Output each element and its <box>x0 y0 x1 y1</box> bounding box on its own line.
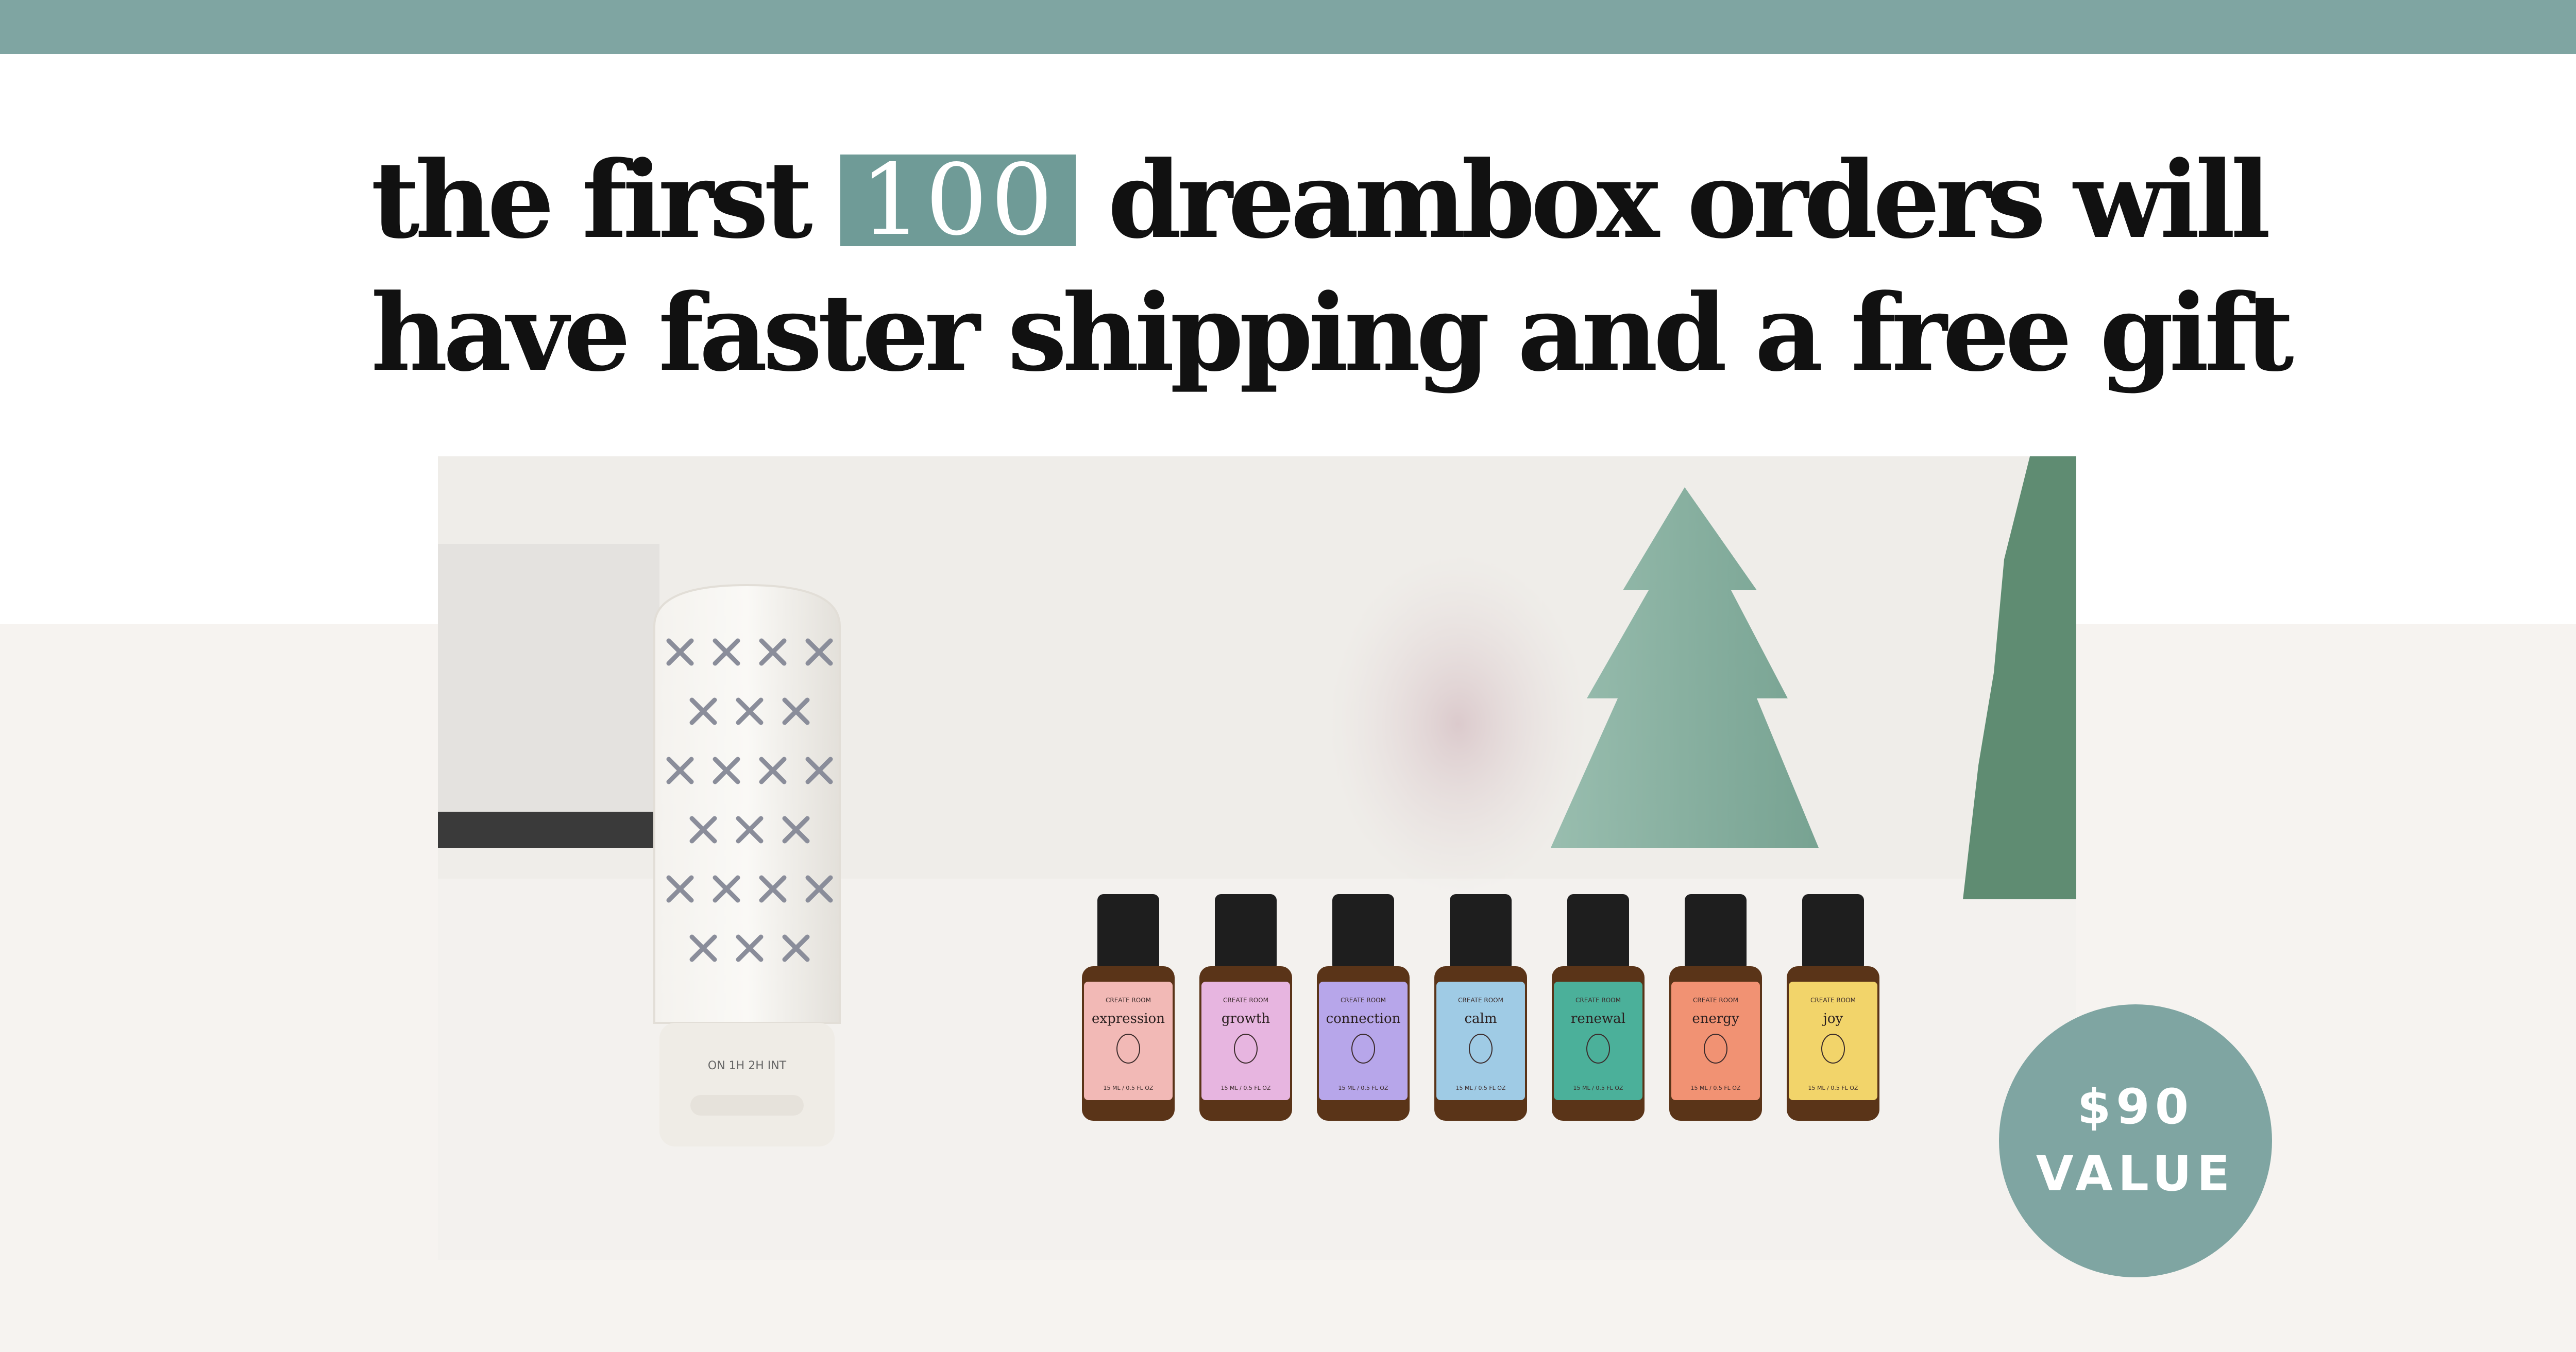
bottle-volume: 15 ML / 0.5 FL OZ <box>1221 1085 1271 1091</box>
bottle-name: energy <box>1692 1011 1739 1026</box>
background-device <box>438 544 659 812</box>
product-photo-illustration: ON 1H 2H INT CREATE ROOM expression 15 ML … <box>438 456 2076 1260</box>
bottle-name: growth <box>1222 1011 1270 1026</box>
bottle-cap <box>1685 894 1747 971</box>
bottle-brand: CREATE ROOM <box>1458 997 1503 1004</box>
bottle-volume: 15 ML / 0.5 FL OZ <box>1338 1085 1388 1091</box>
headline-line-1: the first 100 dreambox orders will <box>371 134 2271 267</box>
badge-price: $90 <box>2077 1079 2194 1135</box>
headline: the first 100 dreambox orders will have … <box>371 134 2294 400</box>
bottle-brand: CREATE ROOM <box>1693 997 1738 1004</box>
bottle-brand: CREATE ROOM <box>1223 997 1268 1004</box>
bottle-volume: 15 ML / 0.5 FL OZ <box>1104 1085 1154 1091</box>
bottle-name: expression <box>1092 1011 1165 1026</box>
bottle-volume: 15 ML / 0.5 FL OZ <box>1456 1085 1506 1091</box>
bottle-cap <box>1215 894 1277 971</box>
bottle-name: connection <box>1326 1011 1401 1026</box>
headline-text-before: the first <box>371 139 813 262</box>
badge-label: VALUE <box>2036 1146 2235 1202</box>
bottle-volume: 15 ML / 0.5 FL OZ <box>1691 1085 1741 1091</box>
bottle-cap <box>1567 894 1629 971</box>
bottle-brand: CREATE ROOM <box>1106 997 1151 1004</box>
bottle-cap <box>1802 894 1864 971</box>
bottle-volume: 15 ML / 0.5 FL OZ <box>1808 1085 1858 1091</box>
diffuser-buttons-label: ON 1H 2H INT <box>708 1059 787 1072</box>
bottle-volume: 15 ML / 0.5 FL OZ <box>1573 1085 1623 1091</box>
bottle-brand: CREATE ROOM <box>1810 997 1856 1004</box>
bottle-name: calm <box>1464 1011 1497 1026</box>
bottle-brand: CREATE ROOM <box>1341 997 1386 1004</box>
bottle-cap <box>1097 894 1159 971</box>
product-photo: ON 1H 2H INT CREATE ROOM expression 15 ML … <box>438 456 2076 1260</box>
value-badge: $90 VALUE <box>1999 1004 2272 1277</box>
bottle-brand: CREATE ROOM <box>1575 997 1621 1004</box>
headline-line-2: have faster shipping and a free gift <box>371 271 2294 395</box>
top-accent-bar <box>0 0 2576 54</box>
bottle-name: joy <box>1822 1011 1843 1026</box>
bottle-cap <box>1450 894 1512 971</box>
bottle-name: renewal <box>1571 1011 1625 1026</box>
tinsel-tree <box>1329 554 1587 894</box>
headline-text-after: dreambox orders will <box>1108 139 2271 262</box>
bottle-cap <box>1332 894 1394 971</box>
diffuser: ON 1H 2H INT <box>653 584 841 1146</box>
background-device-base <box>438 812 659 848</box>
highlight-number: 100 <box>840 151 1076 249</box>
